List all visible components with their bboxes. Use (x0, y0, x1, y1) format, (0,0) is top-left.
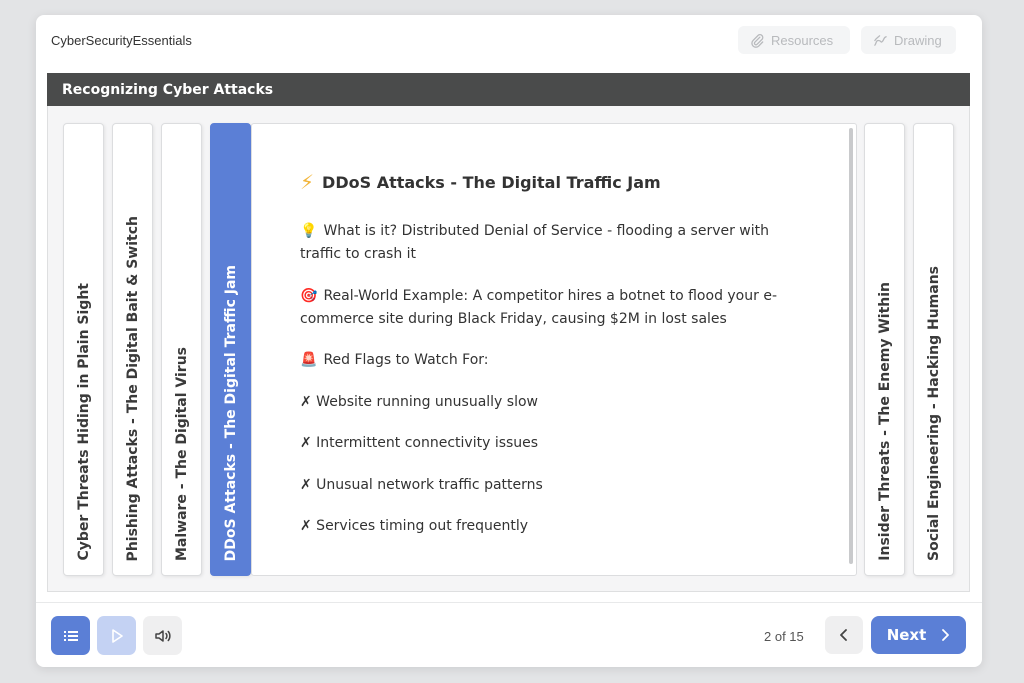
tab-cyber-threats[interactable]: Cyber Threats Hiding in Plain Sight (63, 123, 104, 576)
top-bar: CyberSecurityEssentials Resources Drawin… (36, 15, 982, 65)
lesson-title: Recognizing Cyber Attacks (62, 81, 274, 98)
red-flag-item: ✗ Intermittent connectivity issues (300, 435, 539, 451)
lightbulb-icon: 💡 (300, 223, 318, 239)
red-flags-heading-text: Red Flags to Watch For: (323, 352, 489, 368)
resources-button[interactable]: Resources (738, 26, 850, 54)
tab-malware[interactable]: Malware - The Digital Virus (161, 123, 202, 576)
tab-label: DDoS Attacks - The Digital Traffic Jam (222, 264, 239, 561)
tab-ddos-active[interactable]: DDoS Attacks - The Digital Traffic Jam (210, 123, 251, 576)
content-scrollbar[interactable] (849, 128, 853, 564)
page-indicator: 2 of 15 (764, 629, 804, 644)
what-is-it-text: 💡 What is it? Distributed Denial of Servi… (300, 220, 810, 266)
red-flag-item: ✗ Website running unusually slow (300, 394, 538, 410)
play-button[interactable] (97, 616, 136, 655)
target-icon: 🎯 (300, 288, 318, 304)
resources-label: Resources (771, 32, 834, 48)
speaker-icon (154, 629, 171, 642)
play-icon (111, 628, 123, 643)
what-is-it-body: What is it? Distributed Denial of Servic… (300, 223, 770, 262)
tab-label: Malware - The Digital Virus (173, 346, 190, 561)
example-text: 🎯 Real-World Example: A competitor hires … (300, 285, 810, 331)
red-flag-item: ✗ Services timing out frequently (300, 518, 529, 534)
chevron-right-icon (942, 629, 950, 641)
tab-insider-threats[interactable]: Insider Threats - The Enemy Within (864, 123, 905, 576)
red-flag-item: ✗ Unusual network traffic patterns (300, 477, 543, 493)
next-button[interactable]: Next (871, 616, 966, 654)
tab-phishing[interactable]: Phishing Attacks - The Digital Bait & Sw… (112, 123, 153, 576)
lesson-title-bar: Recognizing Cyber Attacks (47, 73, 970, 106)
content-title: DDoS Attacks - The Digital Traffic Jam (322, 172, 661, 192)
tab-label: Phishing Attacks - The Digital Bait & Sw… (124, 215, 141, 561)
list-icon (63, 630, 78, 641)
app-title: CyberSecurityEssentials (51, 33, 192, 48)
red-flags-heading: 🚨 Red Flags to Watch For: (300, 349, 810, 372)
example-body: Real-World Example: A competitor hires a… (300, 288, 777, 327)
content-title-row: ⚡ DDoS Attacks - The Digital Traffic Jam (300, 170, 661, 194)
menu-button[interactable] (51, 616, 90, 655)
accordion-stage: Cyber Threats Hiding in Plain Sight Phis… (47, 106, 970, 592)
drawing-button[interactable]: Drawing (861, 26, 956, 54)
next-label: Next (886, 626, 927, 644)
tab-label: Social Engineering - Hacking Humans (925, 266, 942, 561)
lightning-icon: ⚡ (300, 170, 315, 194)
tab-label: Insider Threats - The Enemy Within (876, 282, 893, 561)
siren-icon: 🚨 (300, 352, 318, 368)
tab-social-engineering[interactable]: Social Engineering - Hacking Humans (913, 123, 954, 576)
audio-button[interactable] (143, 616, 182, 655)
squiggle-icon (874, 34, 887, 46)
paperclip-icon (751, 33, 764, 48)
previous-button[interactable] (825, 616, 863, 654)
course-window: CyberSecurityEssentials Resources Drawin… (36, 15, 982, 667)
content-panel: ⚡ DDoS Attacks - The Digital Traffic Jam… (251, 123, 857, 576)
footer-bar: 2 of 15 Next (36, 602, 982, 667)
drawing-label: Drawing (894, 32, 942, 48)
tab-label: Cyber Threats Hiding in Plain Sight (75, 283, 92, 561)
chevron-left-icon (840, 629, 847, 641)
